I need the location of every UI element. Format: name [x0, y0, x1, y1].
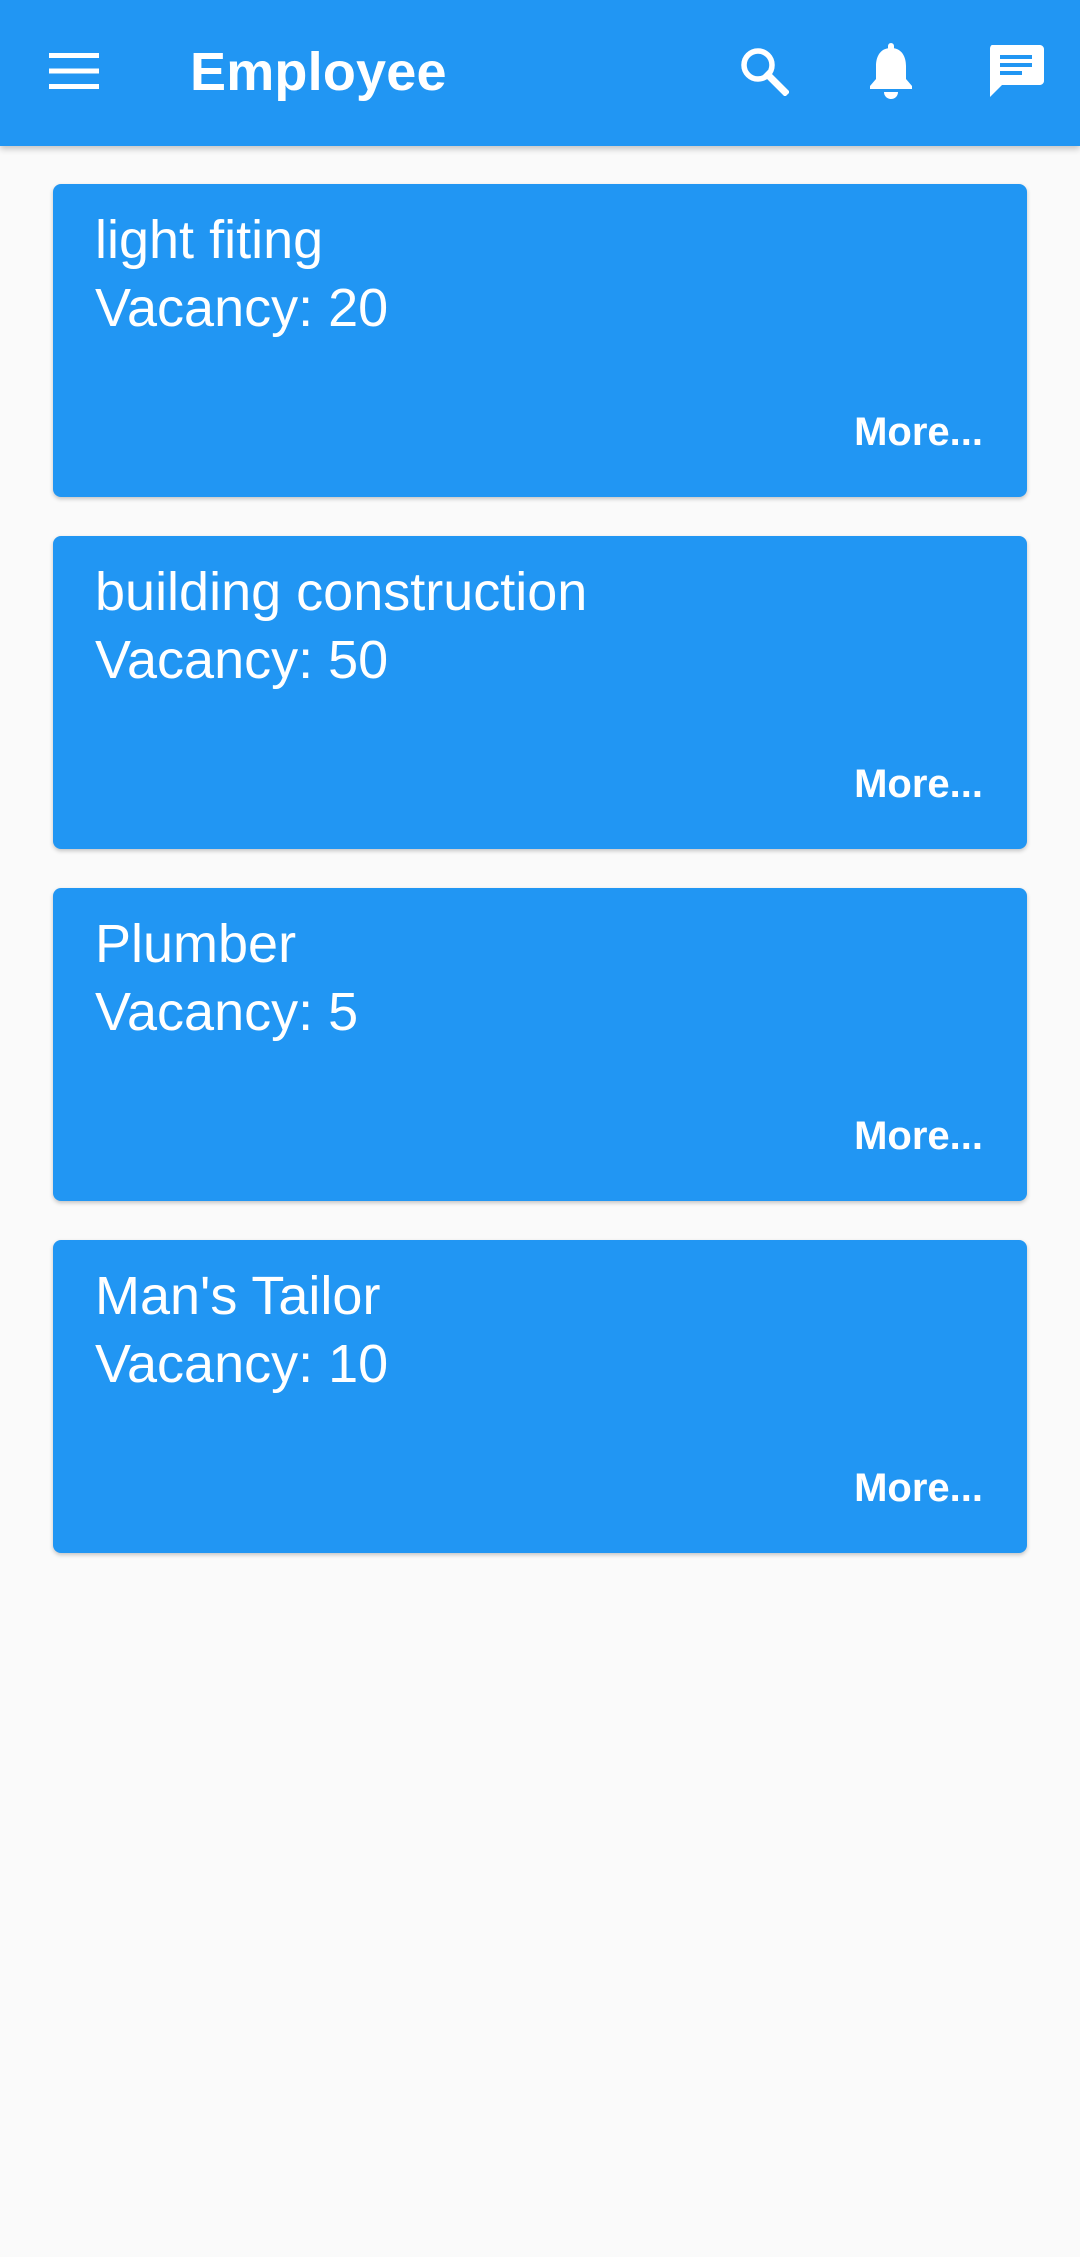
job-title: light fiting [95, 210, 324, 270]
vacancy-count: Vacancy: 20 [95, 278, 389, 338]
job-title: Man's Tailor [95, 1266, 381, 1326]
job-card[interactable]: light fiting Vacancy: 20 More... [53, 184, 1027, 497]
vacancy-count: Vacancy: 10 [95, 1334, 389, 1394]
more-link[interactable]: More... [854, 408, 983, 456]
chat-icon [988, 43, 1044, 104]
menu-icon [49, 52, 99, 94]
more-link[interactable]: More... [854, 760, 983, 808]
vacancy-count: Vacancy: 50 [95, 630, 389, 690]
messages-button[interactable] [976, 33, 1056, 113]
bell-icon [868, 42, 914, 104]
vacancy-count: Vacancy: 5 [95, 982, 359, 1042]
search-button[interactable] [724, 33, 804, 113]
job-title: Plumber [95, 914, 297, 974]
job-list: light fiting Vacancy: 20 More... buildin… [53, 184, 1027, 1592]
job-card[interactable]: building construction Vacancy: 50 More..… [53, 536, 1027, 849]
notifications-button[interactable] [851, 33, 931, 113]
more-link[interactable]: More... [854, 1464, 983, 1512]
more-link[interactable]: More... [854, 1112, 983, 1160]
job-title: building construction [95, 562, 588, 622]
menu-button[interactable] [34, 33, 114, 113]
page-title: Employee [190, 42, 447, 102]
job-card[interactable]: Plumber Vacancy: 5 More... [53, 888, 1027, 1201]
search-icon [739, 46, 790, 101]
app-bar: Employee [0, 0, 1080, 146]
job-card[interactable]: Man's Tailor Vacancy: 10 More... [53, 1240, 1027, 1553]
